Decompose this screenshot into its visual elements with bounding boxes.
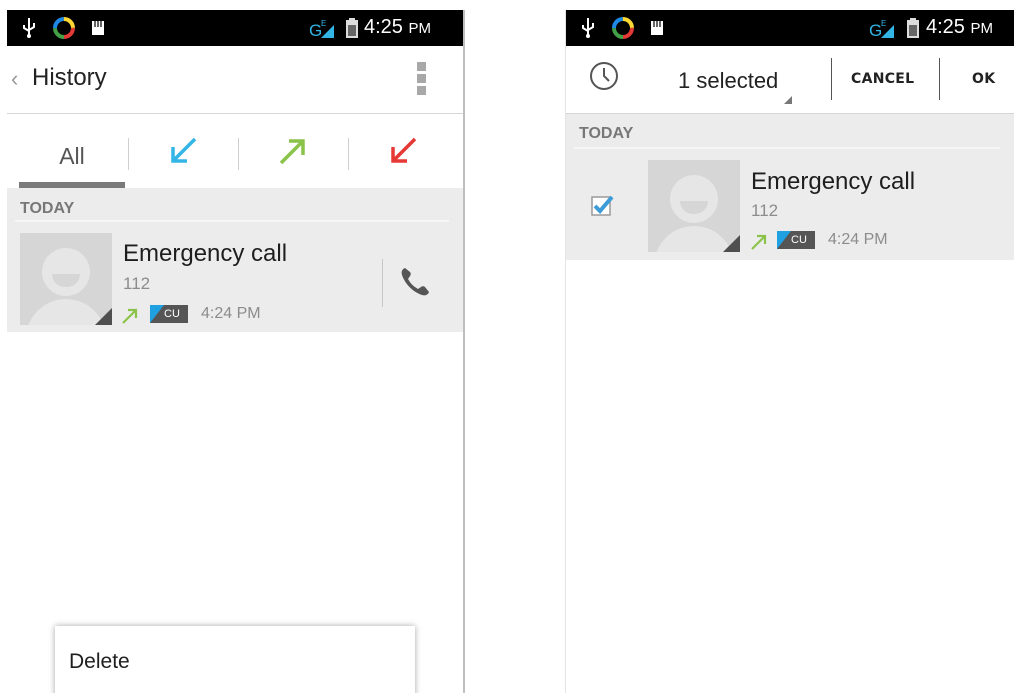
- tab-all[interactable]: All: [19, 114, 125, 188]
- status-time: 4:25 PM: [364, 16, 431, 38]
- outgoing-call-icon: [279, 139, 305, 165]
- missed-call-icon: [391, 137, 417, 163]
- tab-all-label: All: [59, 142, 85, 169]
- phone-icon[interactable]: [397, 264, 433, 300]
- ok-button[interactable]: OK: [972, 71, 995, 87]
- tab-outgoing[interactable]: [243, 114, 343, 188]
- overflow-menu-icon[interactable]: [415, 62, 427, 98]
- page-title[interactable]: History: [32, 64, 107, 92]
- status-time: 4:25 PM: [926, 16, 993, 38]
- section-divider: [574, 147, 1000, 149]
- section-header: TODAY: [20, 200, 75, 217]
- cancel-button[interactable]: CANCEL: [851, 71, 914, 87]
- clock-icon[interactable]: [588, 60, 620, 92]
- svg-text:E: E: [321, 19, 326, 28]
- contact-name: Emergency call: [751, 168, 916, 195]
- sd-card-icon: [651, 21, 663, 35]
- contact-number: 112: [123, 274, 151, 293]
- call-filter-tabs: All: [7, 114, 463, 188]
- tab-divider: [238, 138, 239, 170]
- status-bar: G E 4:25 PM: [566, 10, 1014, 46]
- selection-action-bar: 1 selected CANCEL OK: [566, 46, 1014, 114]
- outgoing-call-icon: [751, 234, 767, 250]
- tab-incoming[interactable]: [133, 114, 233, 188]
- battery-icon: [907, 18, 919, 38]
- contact-number: 112: [751, 201, 779, 220]
- call-time: 4:24 PM: [201, 305, 261, 322]
- app-notification-icon: [53, 17, 75, 39]
- call-time: 4:24 PM: [828, 231, 888, 248]
- row-divider: [382, 259, 383, 307]
- sd-card-icon: [92, 21, 104, 35]
- action-bar: ‹ History: [7, 46, 463, 114]
- tab-missed[interactable]: [353, 114, 453, 188]
- avatar[interactable]: [648, 160, 740, 252]
- contact-name: Emergency call: [123, 240, 288, 267]
- incoming-call-icon: [171, 137, 197, 163]
- network-signal-icon: G E: [309, 19, 334, 39]
- context-menu: Delete: [55, 626, 415, 693]
- tab-divider: [128, 138, 129, 170]
- selection-screen: G E 4:25 PM 1 selected CANCEL OK TODAY E…: [565, 10, 1014, 693]
- sim-badge: CU: [777, 231, 815, 249]
- app-notification-icon: [612, 17, 634, 39]
- action-divider: [831, 58, 832, 100]
- battery-icon: [346, 18, 358, 38]
- section-header: TODAY: [579, 125, 634, 142]
- network-signal-icon: G E: [869, 19, 894, 39]
- history-screen: G E 4:25 PM ‹ History All TODAY Emergenc…: [7, 10, 465, 693]
- action-divider: [939, 58, 940, 100]
- usb-icon: [23, 18, 35, 38]
- usb-icon: [582, 18, 594, 38]
- svg-text:E: E: [881, 19, 886, 28]
- back-chevron-icon[interactable]: ‹: [11, 66, 18, 92]
- delete-menu-item[interactable]: Delete: [69, 650, 130, 674]
- status-bar: G E 4:25 PM: [7, 10, 463, 46]
- row-checkbox[interactable]: [590, 193, 614, 217]
- dropdown-caret-icon: [784, 96, 792, 104]
- sim-badge: CU: [150, 305, 188, 323]
- tab-divider: [348, 138, 349, 170]
- selection-count-dropdown[interactable]: 1 selected: [678, 68, 778, 94]
- outgoing-call-icon: [122, 308, 138, 324]
- avatar[interactable]: [20, 233, 112, 325]
- section-divider: [15, 220, 449, 222]
